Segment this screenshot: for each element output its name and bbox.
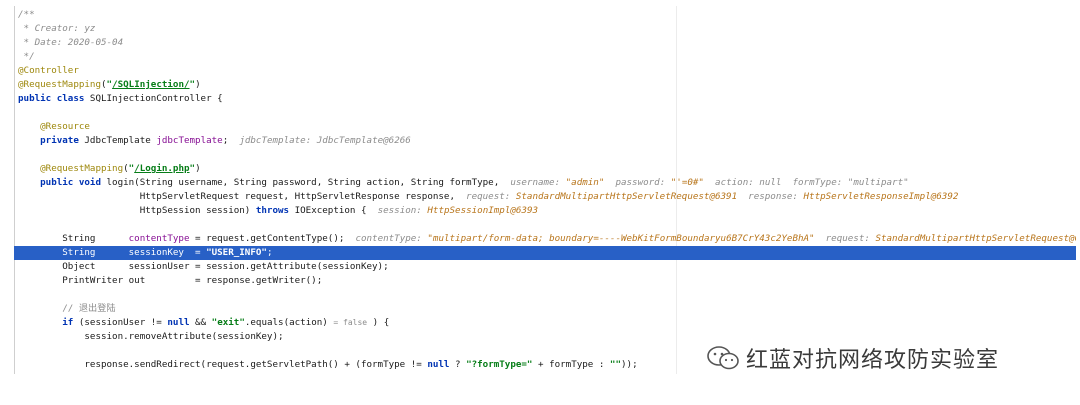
code-token: "exit" (211, 317, 245, 328)
code-line[interactable]: */ (18, 50, 35, 64)
code-token: jdbcTemplate: JdbcTemplate@6266 (239, 135, 411, 146)
code-line[interactable]: session.removeAttribute(sessionKey); (18, 330, 284, 344)
code-token: ) { (367, 317, 390, 328)
code-token: @RequestMapping (18, 79, 101, 90)
code-token: /SQLInjection/ (112, 79, 190, 90)
code-token: "'=0#" (670, 177, 704, 188)
code-line[interactable]: @Resource (18, 120, 90, 134)
code-line[interactable]: /** (18, 8, 35, 22)
code-token: && (195, 317, 212, 328)
code-token: "admin" (565, 177, 605, 188)
code-token: SQLInjectionController { (89, 93, 223, 104)
code-token: "?formType=" (466, 359, 533, 370)
code-token: null (427, 359, 455, 370)
code-token: ; (266, 247, 273, 258)
code-line[interactable]: String contentType = request.getContentT… (18, 232, 1076, 246)
code-token: ) (195, 163, 201, 174)
code-line[interactable]: public void login(String username, Strin… (18, 176, 909, 190)
code-token: login(String username, String password, … (106, 177, 511, 188)
code-token: "multipart/form-data; boundary=----WebKi… (427, 233, 815, 244)
code-token: */ (18, 51, 35, 62)
code-token: * Date: 2020-05-04 (18, 37, 124, 48)
code-token: action: null formType: "multipart" (703, 177, 909, 188)
code-line[interactable]: // 退出登陆 (18, 302, 116, 316)
code-token: contentType (128, 233, 190, 244)
code-line[interactable]: Object sessionUser = session.getAttribut… (18, 260, 389, 274)
code-line[interactable]: @Controller (18, 64, 79, 78)
code-token: StandardMultipartHttpServletRequest@6391 (875, 233, 1076, 244)
gutter-divider (14, 6, 15, 374)
code-line[interactable]: public class SQLInjectionController { (18, 92, 223, 106)
code-token: Object sessionUser = session.getAttribut… (18, 261, 389, 272)
code-token: PrintWriter out = response.getWriter(); (18, 275, 323, 286)
code-line[interactable]: HttpServletRequest request, HttpServletR… (18, 190, 959, 204)
code-line[interactable]: @RequestMapping("/Login.php") (18, 162, 201, 176)
code-token: HttpServletResponseImpl@6392 (803, 191, 959, 202)
code-token: public class (18, 93, 90, 104)
code-token: = request.getContentType(); (189, 233, 356, 244)
code-line[interactable]: HttpSession session) throws IOException … (18, 204, 538, 218)
code-token: session: (377, 205, 428, 216)
code-token: HttpSession session) (18, 205, 256, 216)
code-token: @RequestMapping (18, 163, 124, 174)
code-token: request: (466, 191, 516, 202)
code-token: StandardMultipartHttpServletRequest@6391 (515, 191, 738, 202)
code-line[interactable]: private JdbcTemplate jdbcTemplate; jdbcT… (18, 134, 411, 148)
code-token: session.removeAttribute(sessionKey); (18, 331, 284, 342)
code-token: request: (814, 233, 876, 244)
code-token: @Resource (18, 121, 90, 132)
code-token: = false (333, 318, 368, 327)
code-token: ) (195, 79, 201, 90)
watermark-text: 红蓝对抗网络攻防实验室 (746, 348, 1000, 373)
code-token: response: (737, 191, 804, 202)
code-token: response.sendRedirect(request.getServlet… (18, 359, 428, 370)
code-token: .equals(action) (244, 317, 334, 328)
code-token: username: (510, 177, 566, 188)
code-token: // 退出登陆 (18, 303, 116, 314)
code-token: jdbcTemplate (156, 135, 223, 146)
code-editor[interactable]: /** * Creator: yz * Date: 2020-05-04 */ @… (14, 6, 1076, 374)
code-token: String (18, 233, 129, 244)
code-token: (sessionUser != (78, 317, 168, 328)
code-token: "" (609, 359, 621, 370)
code-token: public void (18, 177, 107, 188)
code-token: HttpSessionImpl@6393 (427, 205, 539, 216)
code-line[interactable]: if (sessionUser != null && "exit".equals… (18, 316, 389, 330)
code-token: /Login.php (134, 163, 190, 174)
code-line[interactable]: PrintWriter out = response.getWriter(); (18, 274, 322, 288)
code-token: private (18, 135, 85, 146)
watermark: 红蓝对抗网络攻防实验室 (706, 344, 1000, 373)
code-token: "USER_INFO" (206, 247, 267, 258)
code-token: null (167, 317, 196, 328)
code-token: String sessionKey = (18, 247, 207, 258)
code-line[interactable]: response.sendRedirect(request.getServlet… (18, 358, 638, 372)
code-token: )); (621, 359, 638, 370)
code-token: JdbcTemplate (84, 135, 157, 146)
code-line[interactable]: * Creator: yz (18, 22, 96, 36)
code-token: contentType: (355, 233, 428, 244)
current-execution-line[interactable]: String sessionKey = "USER_INFO"; (14, 246, 1076, 260)
code-token: /** (18, 9, 35, 20)
code-token: if (18, 317, 79, 328)
code-token: * Creator: yz (18, 23, 96, 34)
code-token: throws (255, 205, 295, 216)
code-token: @Controller (18, 65, 79, 76)
code-token: ; (222, 135, 240, 146)
code-token: HttpServletRequest request, HttpServletR… (18, 191, 467, 202)
code-token: + formType : (532, 359, 610, 370)
code-token: IOException { (294, 205, 378, 216)
wechat-icon (707, 346, 739, 370)
code-line[interactable]: @RequestMapping("/SQLInjection/") (18, 78, 201, 92)
code-line[interactable]: * Date: 2020-05-04 (18, 36, 124, 50)
code-token: ? (455, 359, 467, 370)
code-token: password: (604, 177, 671, 188)
